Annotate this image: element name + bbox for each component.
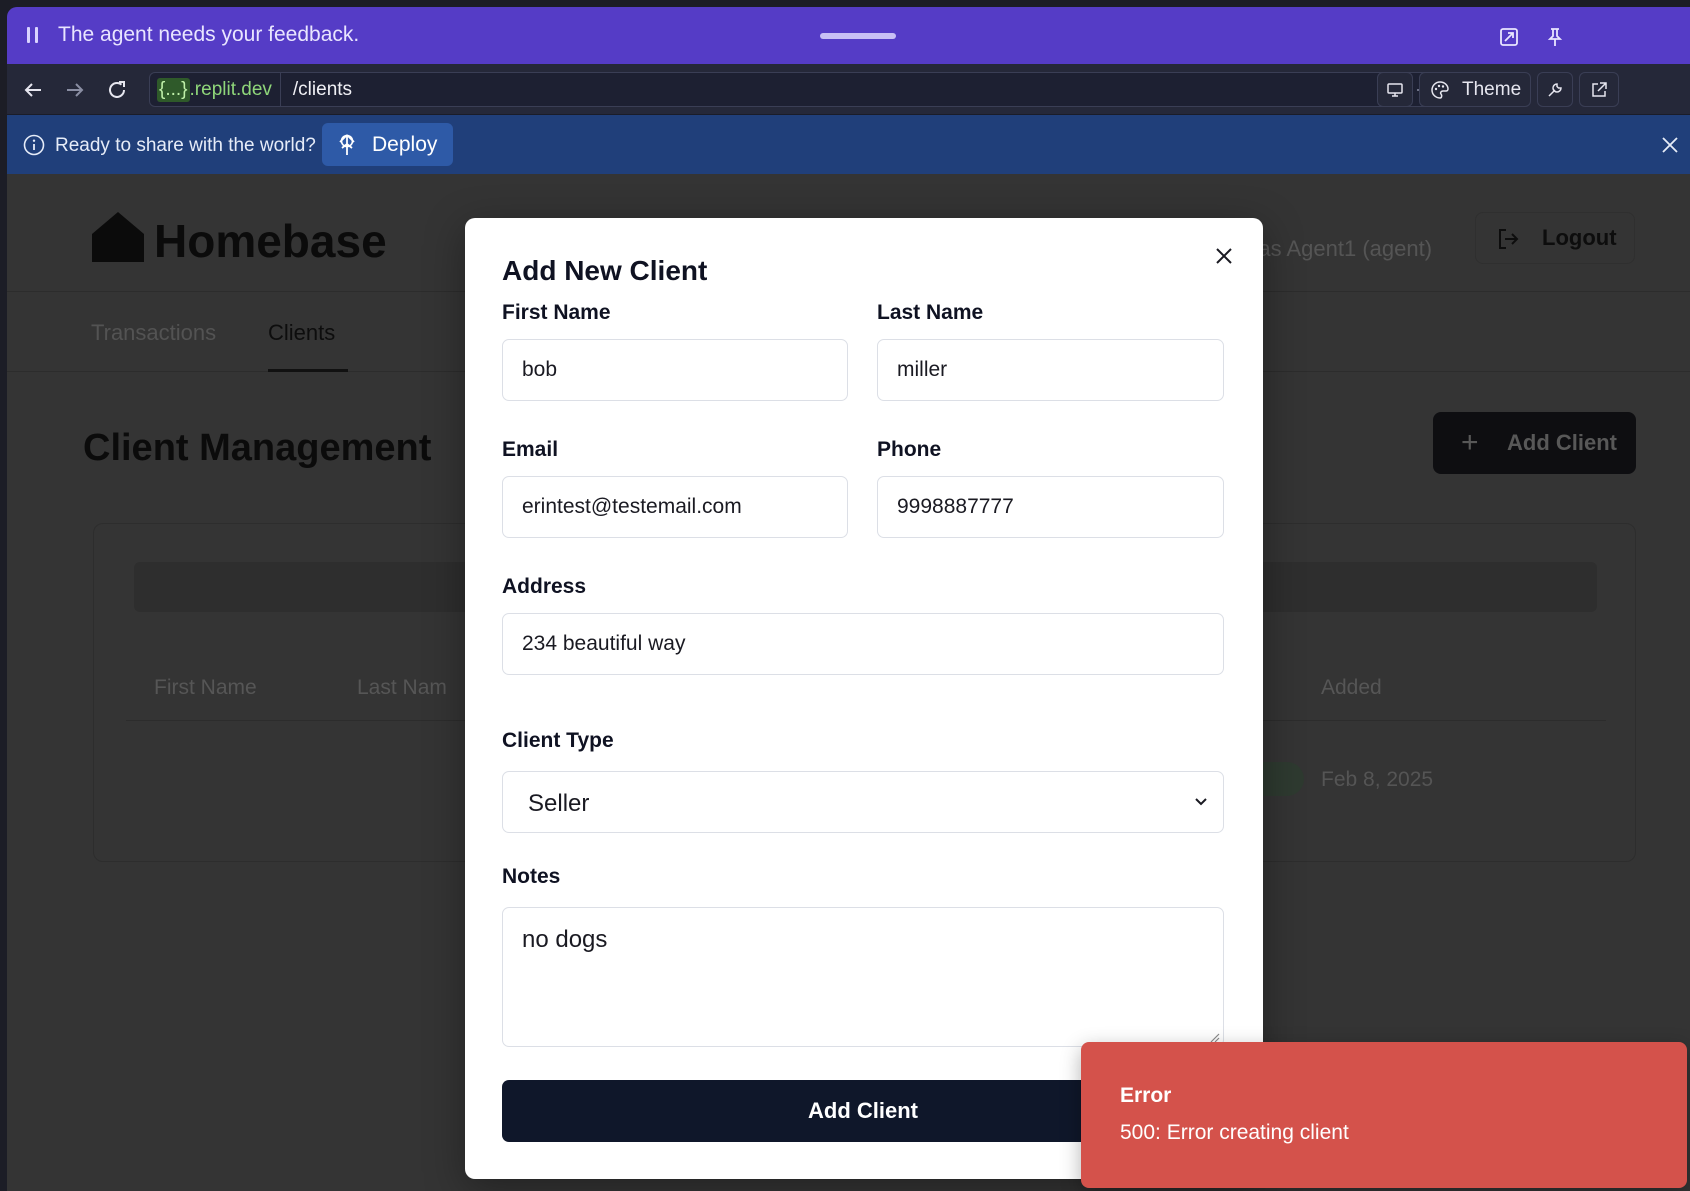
email-label: Email: [502, 438, 559, 461]
url-path: /clients: [292, 78, 353, 100]
app-logo: Homebase: [154, 215, 387, 267]
logged-in-as: n as Agent1 (agent): [1240, 236, 1433, 261]
house-logo-icon: [92, 212, 144, 262]
tab-clients[interactable]: Clients: [268, 320, 335, 346]
deploy-banner-message: Ready to share with the world?: [55, 135, 316, 156]
pop-out-icon[interactable]: [1499, 27, 1519, 47]
notes-value: no dogs: [522, 926, 608, 953]
logout-icon: [1499, 229, 1519, 249]
logout-label: Logout: [1542, 225, 1617, 250]
drag-handle[interactable]: [820, 33, 896, 39]
address-input[interactable]: [502, 613, 1224, 675]
browser-nav-bar: {...} .replit.dev /clients Theme: [7, 64, 1690, 115]
close-icon[interactable]: [1213, 245, 1235, 267]
toast-message: 500: Error creating client: [1120, 1121, 1349, 1144]
phone-input[interactable]: [877, 476, 1224, 538]
device-preview-button[interactable]: [1377, 72, 1413, 107]
agent-feedback-bar: The agent needs your feedback.: [7, 7, 1690, 64]
client-type-value: Seller: [528, 790, 590, 817]
forward-arrow-icon[interactable]: [63, 78, 87, 102]
deploy-icon: [339, 134, 355, 155]
agent-feedback-message: The agent needs your feedback.: [58, 23, 360, 46]
reload-icon[interactable]: [105, 78, 129, 102]
last-name-input[interactable]: [877, 339, 1224, 401]
theme-label: Theme: [1462, 78, 1522, 100]
chevron-down-icon: [1195, 798, 1207, 806]
url-host-brace: {...}: [157, 77, 190, 102]
window-frame: The agent needs your feedback. {...} .rep…: [7, 7, 1690, 1191]
notes-label: Notes: [502, 865, 561, 888]
url-bar[interactable]: {...} .replit.dev /clients: [149, 72, 1443, 107]
external-link-icon: [1592, 81, 1607, 97]
theme-button[interactable]: Theme: [1419, 72, 1531, 107]
add-client-label: Add Client: [1507, 430, 1617, 455]
add-client-modal: Add New Client First Name Last Name Emai…: [465, 218, 1263, 1179]
column-header-last-name[interactable]: Last Nam: [357, 676, 447, 700]
devtools-button[interactable]: [1537, 72, 1573, 107]
deploy-label: Deploy: [372, 132, 438, 156]
error-toast[interactable]: Error 500: Error creating client: [1081, 1042, 1687, 1188]
deploy-button[interactable]: Deploy: [322, 123, 453, 166]
column-header-first-name[interactable]: First Name: [154, 676, 257, 700]
info-icon: [23, 134, 45, 156]
submit-label: Add Client: [808, 1098, 918, 1123]
open-new-tab-button[interactable]: [1579, 72, 1619, 107]
monitor-icon: [1387, 82, 1403, 97]
email-field[interactable]: [502, 476, 848, 538]
client-type-select[interactable]: Seller: [502, 771, 1224, 833]
tab-transactions[interactable]: Transactions: [91, 320, 216, 346]
pause-icon[interactable]: [27, 27, 39, 43]
modal-title: Add New Client: [502, 255, 708, 286]
url-host: {...} .replit.dev: [150, 73, 281, 106]
phone-label: Phone: [877, 438, 942, 461]
wrench-icon: [1548, 82, 1562, 97]
last-name-label: Last Name: [877, 301, 984, 324]
first-name-label: First Name: [502, 301, 611, 324]
notes-textarea[interactable]: no dogs: [502, 907, 1224, 1047]
deploy-banner: Ready to share with the world? Deploy: [7, 115, 1690, 174]
logout-button[interactable]: Logout: [1475, 212, 1635, 264]
plus-icon: +: [1461, 426, 1479, 459]
url-host-domain: .replit.dev: [189, 78, 272, 100]
address-label: Address: [502, 575, 587, 598]
pin-icon[interactable]: [1545, 27, 1565, 47]
client-type-label: Client Type: [502, 729, 614, 752]
page-title: Client Management: [83, 427, 432, 469]
close-icon[interactable]: [1660, 135, 1680, 155]
cell-added-date: Feb 8, 2025: [1321, 768, 1434, 791]
toast-title: Error: [1120, 1084, 1172, 1107]
first-name-input[interactable]: [502, 339, 848, 401]
back-arrow-icon[interactable]: [21, 78, 45, 102]
add-client-button[interactable]: + Add Client: [1433, 412, 1636, 474]
palette-icon: [1431, 80, 1449, 99]
active-tab-indicator: [268, 369, 348, 372]
column-header-added[interactable]: Added: [1321, 676, 1382, 700]
